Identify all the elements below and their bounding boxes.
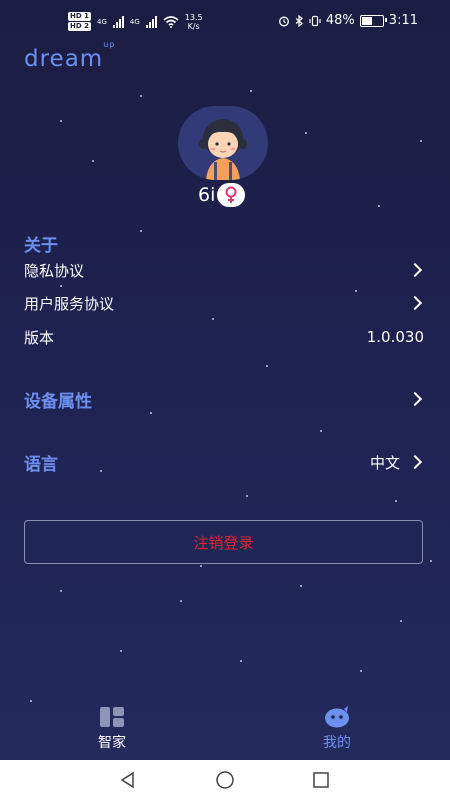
version-label: 版本 xyxy=(24,328,55,347)
network-speed: 13.5 K/s xyxy=(184,12,203,31)
sim2-hd-badge: HD 2 xyxy=(68,22,91,31)
profile-name-row: 6i xyxy=(198,183,246,207)
user-terms-row[interactable]: 用户服务协议 xyxy=(24,291,424,315)
chevron-right-icon xyxy=(407,295,423,311)
language-value: 中文 xyxy=(369,453,400,472)
logout-button[interactable]: 注销登录 xyxy=(24,520,423,564)
chevron-right-icon xyxy=(407,454,423,470)
version-row: 版本 1.0.030 xyxy=(24,325,424,349)
home-circle-icon[interactable] xyxy=(215,770,235,790)
recents-square-icon[interactable] xyxy=(311,770,331,790)
girl-avatar-icon xyxy=(199,119,247,180)
tab-mine-label: 我的 xyxy=(323,735,351,751)
alarm-icon xyxy=(278,16,289,26)
smart-home-grid-icon xyxy=(100,707,124,727)
sim-indicators: HD 1 HD 2 xyxy=(68,12,91,31)
bottom-tab-bar: 智家 我的 xyxy=(0,700,450,760)
username: 6i xyxy=(198,184,216,206)
mascot-face-icon xyxy=(325,706,349,728)
sim1-hd-badge: HD 1 xyxy=(68,12,91,21)
tab-mine[interactable]: 我的 xyxy=(302,706,372,752)
user-terms-label: 用户服务协议 xyxy=(24,294,115,313)
status-bar: HD 1 HD 2 4G 4G 13.5 K/s 48% 3:11 xyxy=(0,0,450,42)
gender-badge xyxy=(217,183,246,207)
chevron-right-icon xyxy=(407,391,423,407)
battery-fill xyxy=(361,16,373,25)
avatar[interactable] xyxy=(178,106,268,180)
app-logo: dreamup xyxy=(24,40,116,72)
privacy-policy-row[interactable]: 隐私协议 xyxy=(24,258,424,282)
back-triangle-icon[interactable] xyxy=(118,770,138,790)
signal-1-icon xyxy=(112,15,124,28)
chevron-right-icon xyxy=(407,262,423,278)
language-label: 语言 xyxy=(24,454,58,475)
tab-smart-home[interactable]: 智家 xyxy=(77,706,147,752)
signal-2-icon xyxy=(145,15,157,28)
system-navigation-bar xyxy=(0,760,450,800)
status-right-group: 48% 3:11 xyxy=(278,13,418,28)
tab-smart-home-label: 智家 xyxy=(98,735,126,751)
language-row[interactable]: 语言 中文 xyxy=(24,450,424,475)
version-value: 1.0.030 xyxy=(366,328,424,346)
privacy-policy-label: 隐私协议 xyxy=(24,261,85,280)
battery-icon xyxy=(359,14,387,27)
bluetooth-icon xyxy=(295,14,303,27)
device-properties-label: 设备属性 xyxy=(24,391,92,412)
network-type-1: 4G xyxy=(96,17,107,26)
female-symbol-icon xyxy=(225,186,237,203)
about-section-title: 关于 xyxy=(24,236,58,256)
clock: 3:11 xyxy=(388,13,418,28)
device-properties-row[interactable]: 设备属性 xyxy=(24,387,424,412)
screen: HD 1 HD 2 4G 4G 13.5 K/s 48% 3:11 dreamu… xyxy=(0,0,450,760)
network-type-2: 4G xyxy=(129,17,140,26)
battery-percent: 48% xyxy=(325,13,355,28)
status-left-group: HD 1 HD 2 4G 4G 13.5 K/s xyxy=(68,12,203,31)
vibrate-icon xyxy=(309,15,321,26)
wifi-icon xyxy=(163,15,179,28)
